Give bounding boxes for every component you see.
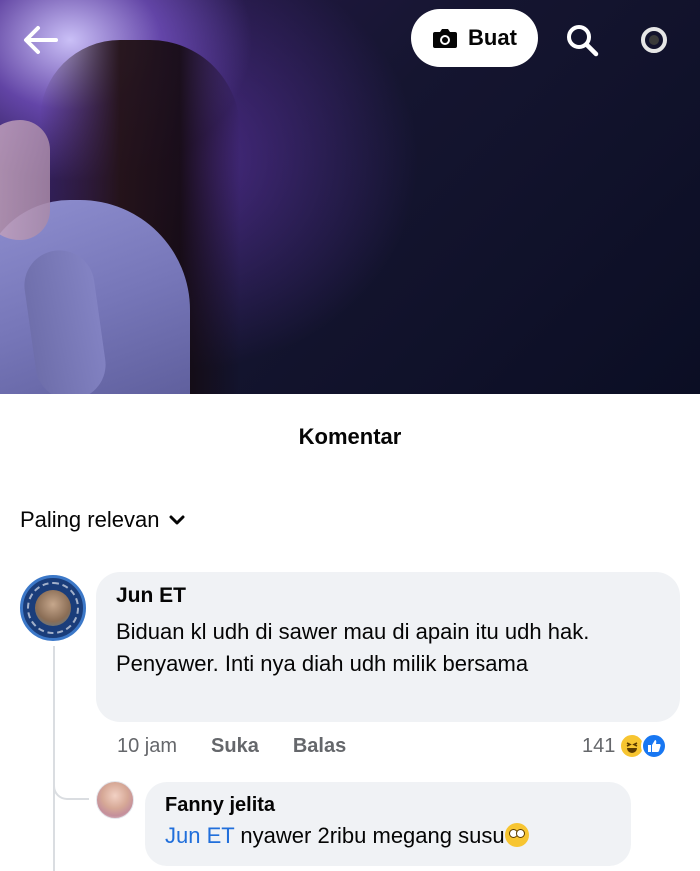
reaction-summary[interactable]: 141 (582, 733, 668, 759)
thread-connector (53, 770, 89, 800)
comments-title: Komentar (298, 424, 402, 449)
video-player[interactable]: Buat (0, 0, 700, 394)
sort-label: Paling relevan (20, 507, 160, 532)
create-button-label: Buat (468, 25, 517, 50)
search-button[interactable] (560, 18, 604, 62)
like-reaction-icon (641, 733, 668, 759)
reply-bubble[interactable]: Fanny jelita Jun ET nyawer 2ribu megang … (145, 782, 631, 866)
comment-time[interactable]: 10 jam (117, 735, 177, 758)
avatar[interactable] (20, 575, 86, 641)
reply-author[interactable]: Fanny jelita (165, 794, 611, 817)
gear-icon (641, 27, 667, 53)
create-button[interactable]: Buat (411, 9, 538, 67)
avatar-ring (27, 582, 79, 634)
sort-dropdown[interactable]: Paling relevan (20, 507, 185, 533)
camera-icon (433, 29, 458, 48)
reaction-count: 141 (582, 734, 616, 757)
thread-line (53, 646, 55, 871)
chevron-down-icon (169, 515, 185, 525)
search-icon (567, 25, 599, 57)
comment-author[interactable]: Jun ET (116, 584, 660, 608)
comment-bubble[interactable]: Jun ET Biduan kl udh di sawer mau di apa… (96, 572, 680, 722)
back-button[interactable] (18, 20, 62, 60)
comment-text: Biduan kl udh di sawer mau di apain itu … (116, 619, 590, 676)
settings-button[interactable] (632, 20, 676, 60)
arrow-left-icon (24, 26, 58, 54)
reply-button[interactable]: Balas (293, 735, 346, 758)
like-button[interactable]: Suka (211, 735, 259, 758)
comment-actions: 10 jam Suka Balas (117, 735, 346, 758)
reply-mention[interactable]: Jun ET (165, 823, 234, 848)
reply-body: nyawer 2ribu megang susu (234, 823, 505, 848)
reply-avatar[interactable] (96, 781, 134, 819)
rolling-eyes-emoji-icon (504, 823, 529, 847)
video-frame-face (0, 120, 50, 240)
reply-text: Jun ET nyawer 2ribu megang susu (165, 823, 611, 849)
